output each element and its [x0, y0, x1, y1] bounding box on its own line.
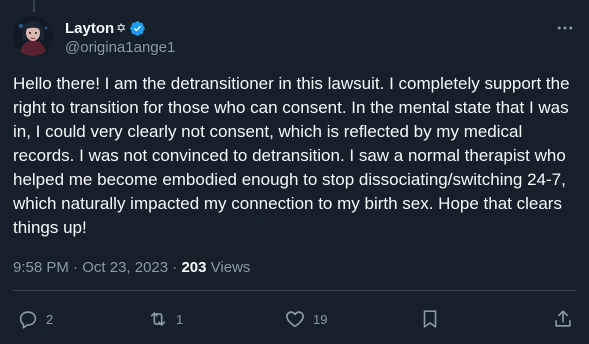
retweet-icon	[150, 312, 166, 326]
reply-count: 2	[46, 311, 54, 327]
heart-icon	[286, 311, 304, 328]
meta-separator: ·	[172, 259, 178, 276]
display-name[interactable]: Layton	[65, 20, 114, 37]
bookmark-button[interactable]	[419, 306, 441, 332]
tweet-time[interactable]: 9:58 PM	[13, 259, 69, 276]
author-info: Layton ✡ @origina1ange1	[65, 18, 175, 57]
reply-icon	[19, 311, 37, 329]
star-of-david-icon: ✡	[116, 21, 127, 35]
author-handle[interactable]: @origina1ange1	[65, 39, 175, 56]
divider	[13, 290, 576, 291]
action-bar: 2 1 19	[0, 306, 589, 332]
tweet-metadata: 9:58 PM · Oct 23, 2023 · 203 Views	[13, 259, 250, 276]
share-button[interactable]	[552, 306, 574, 332]
reply-button[interactable]: 2	[17, 306, 53, 332]
verified-badge-icon[interactable]	[129, 20, 146, 37]
avatar[interactable]	[13, 16, 53, 56]
thread-connector-line	[33, 0, 35, 12]
meta-separator: ·	[73, 259, 79, 276]
bookmark-icon	[423, 310, 437, 328]
like-count: 19	[313, 311, 328, 327]
more-options-icon[interactable]	[553, 16, 577, 40]
tweet-date[interactable]: Oct 23, 2023	[82, 259, 168, 276]
share-icon	[555, 310, 571, 327]
tweet-header: Layton ✡ @origina1ange1	[13, 16, 577, 60]
views-label: Views	[210, 259, 251, 276]
tweet-text: Hello there! I am the detransitioner in …	[13, 74, 570, 237]
retweet-button[interactable]: 1	[147, 306, 183, 332]
views-count[interactable]: 203	[181, 259, 206, 276]
like-button[interactable]: 19	[284, 306, 327, 332]
retweet-count: 1	[176, 311, 184, 327]
author-name-row: Layton ✡	[65, 18, 175, 38]
